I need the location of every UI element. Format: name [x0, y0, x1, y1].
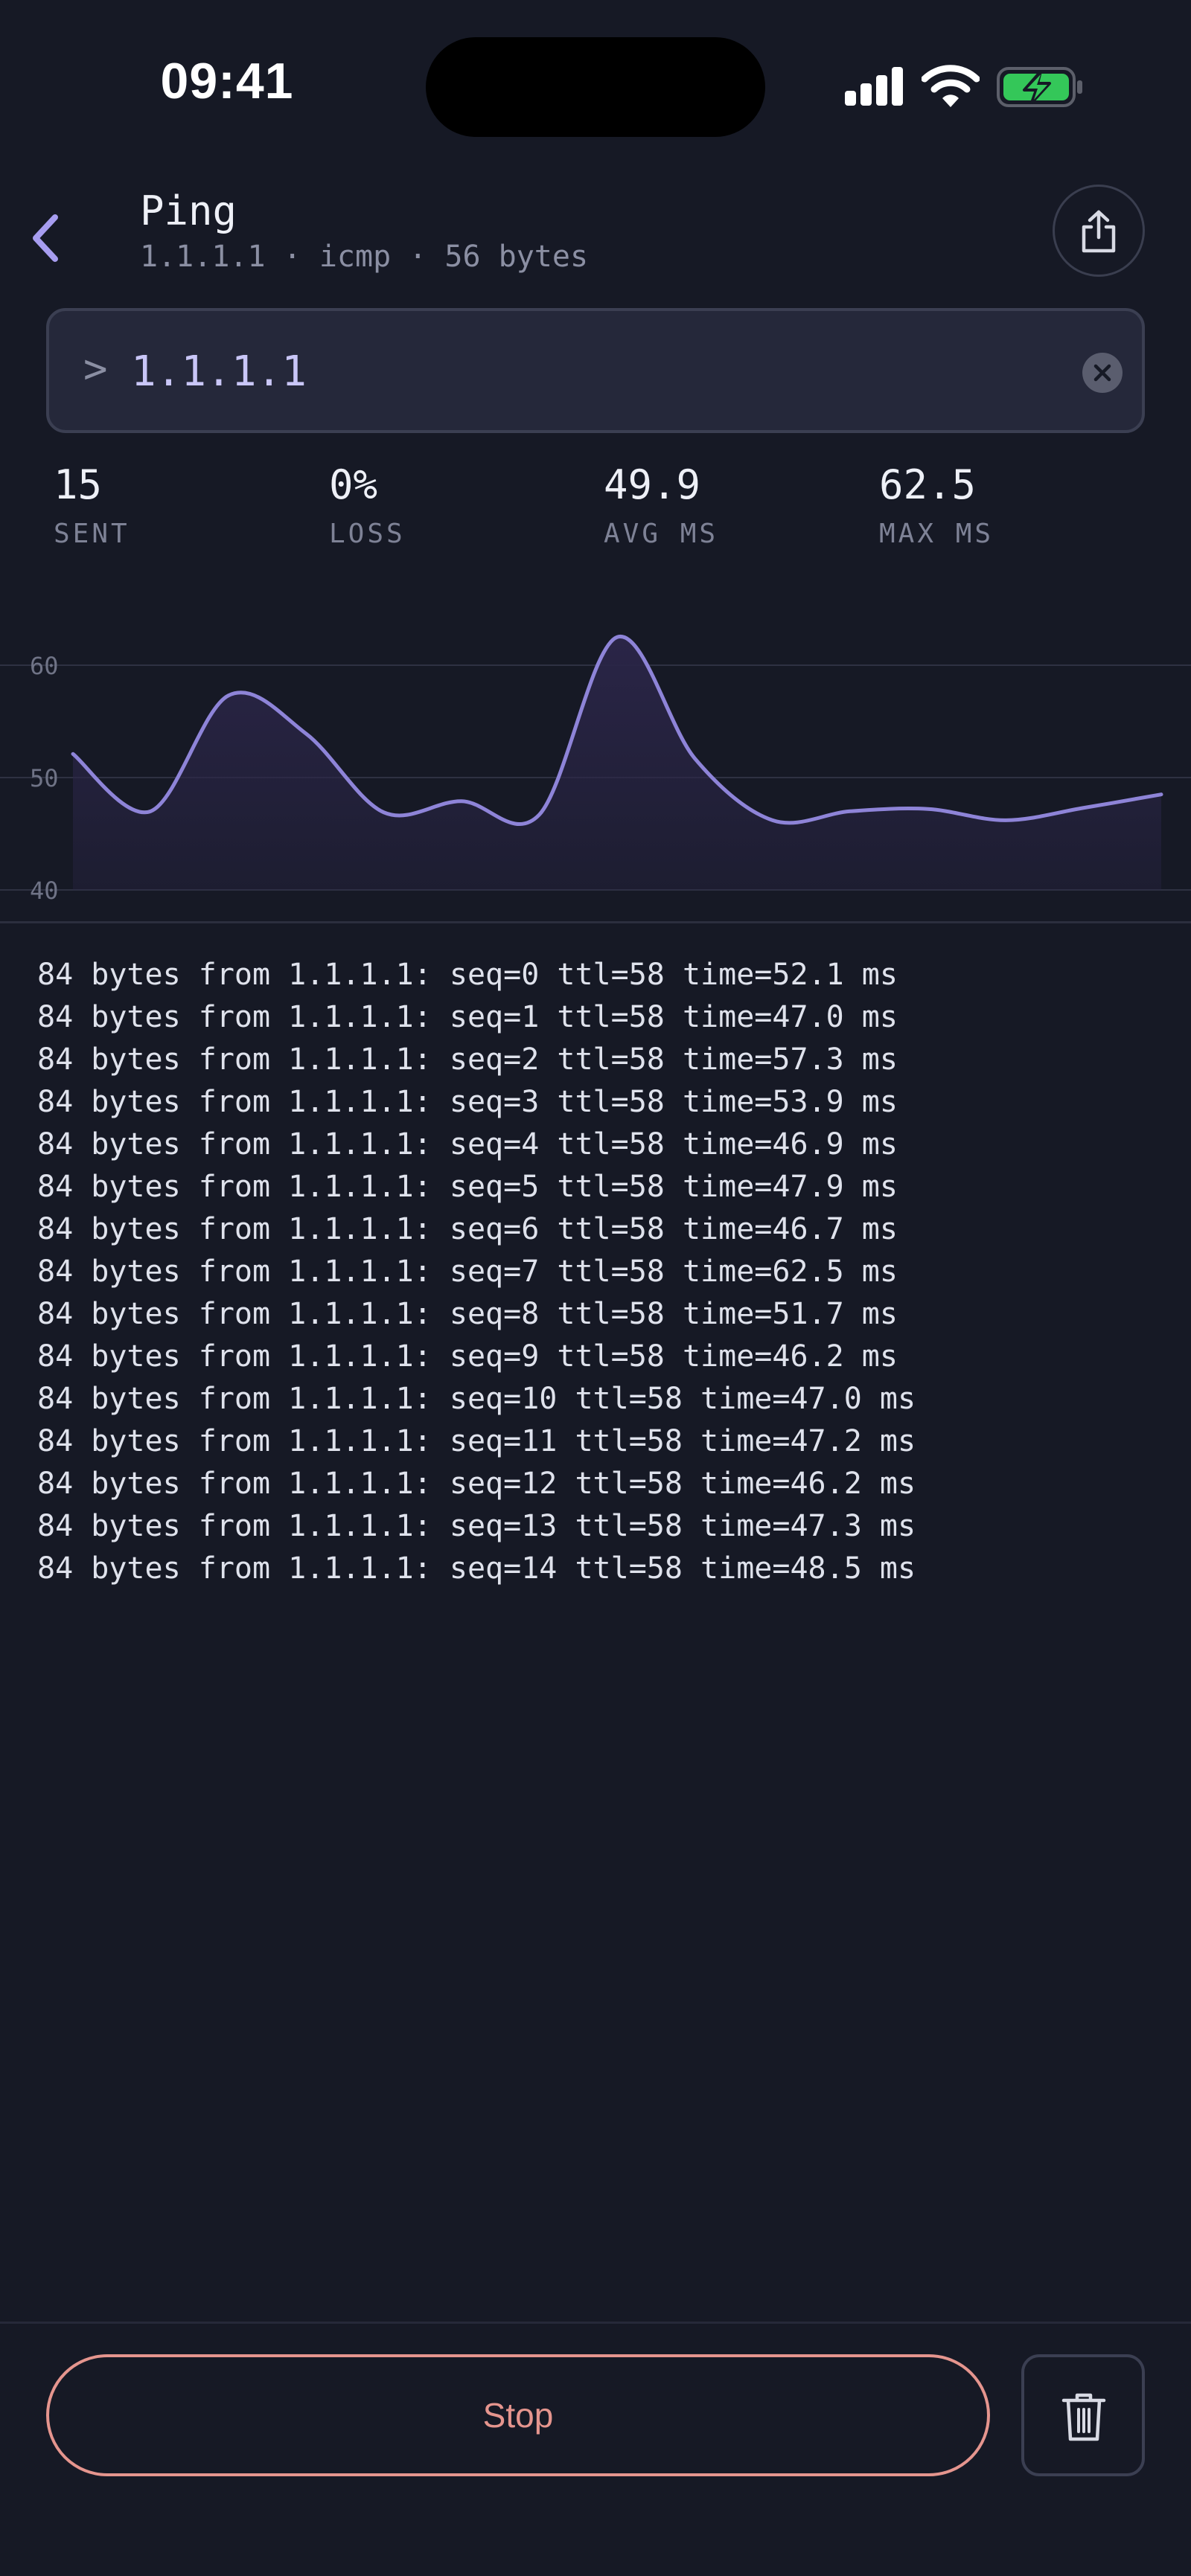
chart-divider	[0, 921, 1191, 923]
stat-value: 62.5	[879, 461, 977, 508]
log-line: 84 bytes from 1.1.1.1: seq=4 ttl=58 time…	[37, 1127, 898, 1162]
log-line: 84 bytes from 1.1.1.1: seq=9 ttl=58 time…	[37, 1339, 898, 1374]
wifi-icon	[922, 65, 980, 107]
bottom-divider	[0, 2322, 1191, 2324]
log-line: 84 bytes from 1.1.1.1: seq=12 ttl=58 tim…	[37, 1467, 916, 1501]
log-line: 84 bytes from 1.1.1.1: seq=0 ttl=58 time…	[37, 958, 898, 992]
back-chevron-icon[interactable]	[22, 208, 70, 268]
stats-row: 15 SENT 0% LOSS 49.9 AVG MS 62.5 MAX MS	[0, 461, 1191, 565]
stat-value: 49.9	[604, 461, 701, 508]
stat-avg: 49.9 AVG MS	[604, 461, 857, 549]
log-line: 84 bytes from 1.1.1.1: seq=11 ttl=58 tim…	[37, 1424, 916, 1458]
stat-value: 0%	[329, 461, 378, 508]
trash-icon	[1061, 2393, 1106, 2441]
stat-label: MAX MS	[879, 519, 994, 549]
log-line: 84 bytes from 1.1.1.1: seq=2 ttl=58 time…	[37, 1042, 898, 1077]
battery-charging-icon	[997, 67, 1082, 107]
clear-log-button[interactable]	[1021, 2354, 1145, 2476]
y-tick-label: 40	[30, 877, 59, 905]
prompt-symbol: >	[83, 345, 108, 392]
stat-max: 62.5 MAX MS	[879, 461, 1132, 549]
status-time: 09:41	[160, 53, 294, 109]
y-tick-label: 50	[30, 764, 59, 792]
log-line: 84 bytes from 1.1.1.1: seq=13 ttl=58 tim…	[37, 1509, 916, 1543]
stat-value: 15	[54, 461, 103, 508]
log-line: 84 bytes from 1.1.1.1: seq=5 ttl=58 time…	[37, 1170, 898, 1204]
log-line: 84 bytes from 1.1.1.1: seq=7 ttl=58 time…	[37, 1255, 898, 1289]
share-icon	[1082, 210, 1116, 253]
host-input[interactable]	[131, 338, 1009, 405]
clear-button[interactable]	[1082, 353, 1123, 393]
log-line: 84 bytes from 1.1.1.1: seq=3 ttl=58 time…	[37, 1085, 898, 1119]
dynamic-island	[426, 37, 765, 137]
page-subtitle: 1.1.1.1 · icmp · 56 bytes	[140, 240, 589, 274]
stat-label: AVG MS	[604, 519, 719, 549]
status-bar: 09:41	[0, 0, 1191, 149]
log-line: 84 bytes from 1.1.1.1: seq=10 ttl=58 tim…	[37, 1382, 916, 1416]
y-tick-label: 60	[30, 652, 59, 680]
share-button[interactable]	[1053, 185, 1145, 277]
command-field[interactable]: >	[46, 308, 1145, 433]
clear-icon	[1093, 364, 1111, 382]
log-line: 84 bytes from 1.1.1.1: seq=8 ttl=58 time…	[37, 1297, 898, 1331]
header: Ping 1.1.1.1 · icmp · 56 bytes	[0, 171, 1191, 298]
ping-log: 84 bytes from 1.1.1.1: seq=0 ttl=58 time…	[37, 954, 1154, 1590]
page-title: Ping	[140, 188, 237, 234]
stat-label: LOSS	[329, 519, 406, 549]
log-line: 84 bytes from 1.1.1.1: seq=1 ttl=58 time…	[37, 1000, 898, 1034]
latency-area	[73, 636, 1161, 890]
stat-label: SENT	[54, 519, 130, 549]
stat-loss: 0% LOSS	[329, 461, 582, 549]
cellular-signal-icon	[845, 67, 904, 106]
latency-chart: 60 50 40	[0, 635, 1191, 905]
stat-sent: 15 SENT	[54, 461, 307, 549]
log-line: 84 bytes from 1.1.1.1: seq=14 ttl=58 tim…	[37, 1551, 916, 1586]
log-line: 84 bytes from 1.1.1.1: seq=6 ttl=58 time…	[37, 1212, 898, 1246]
stop-button[interactable]: Stop	[46, 2354, 990, 2476]
